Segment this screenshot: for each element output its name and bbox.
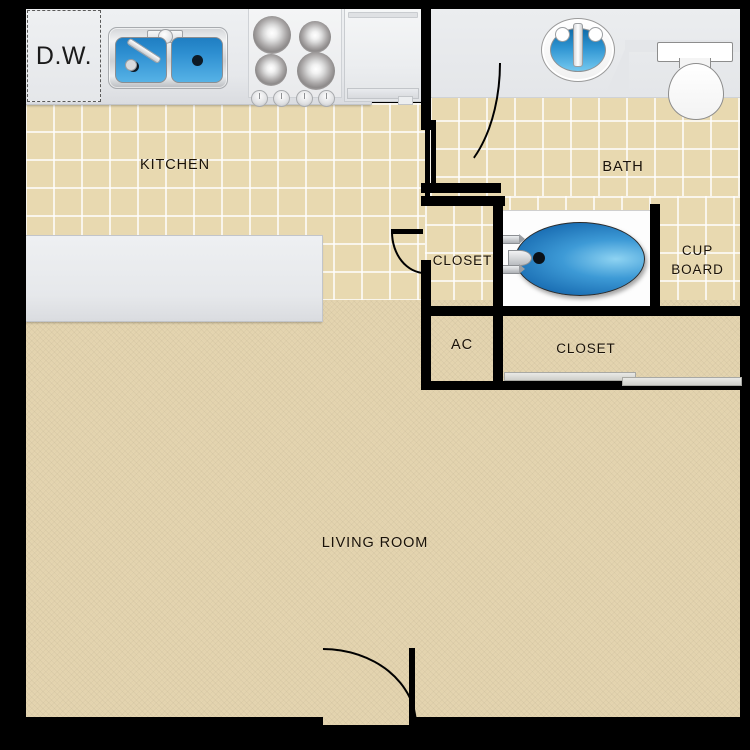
faucet-pivot [125, 59, 137, 71]
sink-basin-right [171, 37, 223, 83]
closet-slider-panel-right[interactable] [622, 377, 742, 386]
kitchen-sink [108, 27, 228, 89]
lavatory-handle-right[interactable] [588, 27, 603, 42]
dishwasher[interactable]: D.W. [27, 10, 101, 102]
wall-exterior-top [25, 0, 740, 9]
range-knob-4[interactable] [318, 90, 335, 107]
range-knob-3[interactable] [296, 90, 313, 107]
entry-door-leaf[interactable] [409, 648, 415, 725]
wall-closet1-right [493, 204, 503, 314]
burner-top-right [299, 21, 331, 53]
closet-slider-panel-left[interactable] [504, 372, 636, 381]
wall-tub-right [650, 204, 660, 314]
wall-exterior-right [740, 0, 750, 725]
wall-bath-door-jamb [421, 118, 431, 130]
wall-ac-closet-divider [493, 310, 503, 390]
closet-door-leaf[interactable] [391, 229, 423, 234]
refrigerator-top-trim [348, 12, 418, 18]
wall-exterior-bottom-right [415, 717, 750, 726]
wall-exterior-left [17, 0, 26, 725]
range-knob-1[interactable] [251, 90, 268, 107]
lavatory-spout [573, 23, 583, 67]
refrigerator[interactable] [344, 8, 422, 102]
kitchen-peninsula-counter [25, 235, 323, 322]
wall-lower-closet-header [493, 306, 740, 316]
burner-top-left [253, 16, 291, 54]
bathtub-handle-cold[interactable] [502, 264, 525, 274]
toilet-bowl[interactable] [668, 63, 724, 120]
range-cooktop[interactable] [248, 8, 342, 98]
dishwasher-label: D.W. [35, 41, 93, 70]
burner-bottom-left [255, 54, 287, 86]
bathtub-handle-hot[interactable] [502, 234, 525, 244]
wall-kitchen-bath [421, 0, 431, 122]
bath-door-leaf[interactable] [431, 120, 436, 183]
wall-closet1-left [421, 260, 431, 390]
range-knob-2[interactable] [273, 90, 290, 107]
burner-bottom-right [297, 52, 335, 90]
refrigerator-foot [398, 96, 413, 105]
floor-plan: D.W. KITCHEN BATH CLOSET CLOSET AC CUP B… [0, 0, 750, 750]
wall-exterior-bottom-left [17, 717, 323, 726]
bathtub-drain [533, 252, 545, 264]
lavatory-sink [541, 18, 615, 82]
lavatory-handle-left[interactable] [555, 27, 570, 42]
wall-closet-door-jamb [421, 268, 431, 274]
sink-drain-right [192, 55, 203, 66]
